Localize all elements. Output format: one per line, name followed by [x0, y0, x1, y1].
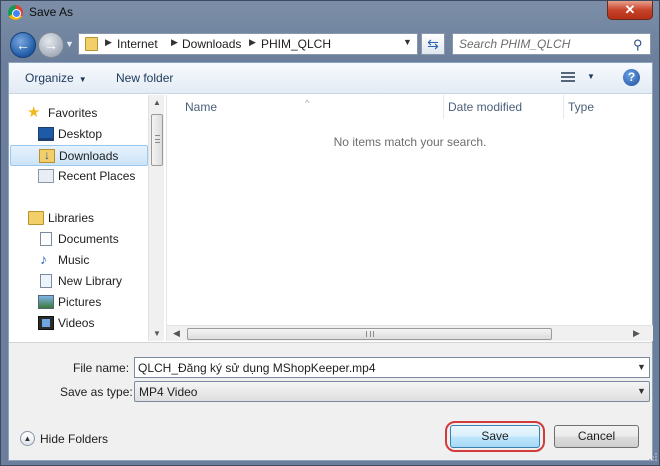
- search-box[interactable]: ⚲: [452, 33, 651, 55]
- organize-label: Organize: [25, 71, 74, 85]
- chevron-right-icon[interactable]: ▶: [105, 37, 112, 48]
- navigation-row: ← → ▼ ▶ Internet ▶ Downloads ▶ PHIM_QLCH…: [1, 29, 659, 61]
- chevron-down-icon: ▼: [637, 386, 646, 396]
- new-folder-button[interactable]: New folder: [116, 71, 173, 85]
- organize-button[interactable]: Organize ▼: [25, 71, 87, 85]
- nav-pane-scrollbar[interactable]: ▲ ▼: [148, 95, 164, 341]
- breadcrumb-internet[interactable]: Internet: [117, 37, 158, 51]
- scroll-thumb[interactable]: [151, 114, 163, 166]
- nav-favorites[interactable]: ★ Favorites: [9, 103, 149, 124]
- close-button[interactable]: ✕: [607, 1, 653, 20]
- scroll-up-icon[interactable]: ▲: [153, 98, 161, 107]
- column-header-label: Type: [568, 100, 595, 114]
- breadcrumb-phim-qlch[interactable]: PHIM_QLCH: [261, 37, 331, 51]
- save-as-type-select[interactable]: MP4 Video ▼: [134, 381, 650, 402]
- recent-places-icon: [38, 169, 54, 183]
- chevron-up-icon: ▲: [20, 431, 35, 446]
- save-as-type-label: Save as type:: [60, 385, 133, 399]
- column-header-label: Name: [185, 100, 218, 114]
- nav-item-new-library[interactable]: New Library: [9, 271, 149, 292]
- nav-libraries[interactable]: Libraries: [9, 208, 149, 229]
- view-details-icon[interactable]: [561, 72, 575, 84]
- star-icon: ★: [27, 104, 41, 121]
- videos-icon: [38, 316, 54, 330]
- cancel-button[interactable]: Cancel: [554, 425, 639, 448]
- nav-item-recent-places[interactable]: Recent Places: [9, 166, 149, 187]
- chevron-right-icon[interactable]: ▶: [171, 37, 178, 48]
- libraries-icon: [28, 211, 44, 225]
- chevron-down-icon: ▼: [78, 75, 87, 84]
- new-library-icon: [40, 274, 52, 288]
- nav-item-documents[interactable]: Documents: [9, 229, 149, 250]
- window-title: Save As: [29, 5, 74, 19]
- save-as-type-value: MP4 Video: [139, 385, 198, 399]
- column-header-label: Date modified: [448, 100, 523, 114]
- grip-icon: [366, 331, 374, 337]
- desktop-icon: [38, 127, 54, 141]
- music-icon: ♪: [40, 251, 47, 267]
- documents-icon: [40, 232, 52, 246]
- forward-button[interactable]: →: [38, 32, 64, 58]
- nav-item-pictures[interactable]: Pictures: [9, 292, 149, 313]
- scroll-down-icon[interactable]: ▼: [153, 329, 161, 338]
- column-header-name[interactable]: Name ^: [167, 95, 444, 119]
- nav-item-downloads[interactable]: Downloads: [10, 145, 148, 166]
- file-name-input[interactable]: [138, 360, 628, 376]
- save-button[interactable]: Save: [450, 425, 540, 448]
- refresh-button[interactable]: ⇆: [421, 33, 445, 55]
- search-icon[interactable]: ⚲: [633, 37, 643, 53]
- help-icon[interactable]: ?: [623, 69, 640, 86]
- refresh-icon: ⇆: [427, 36, 439, 52]
- breadcrumb-downloads[interactable]: Downloads: [182, 37, 241, 51]
- nav-item-desktop[interactable]: Desktop: [9, 124, 149, 145]
- nav-favorites-label: Favorites: [48, 106, 98, 120]
- scroll-left-icon[interactable]: ◀: [173, 328, 180, 339]
- title-bar[interactable]: Save As ✕: [1, 1, 659, 25]
- nav-item-videos[interactable]: Videos: [9, 313, 149, 334]
- navigation-pane: ★ Favorites Desktop Downloads Recent Pla…: [9, 95, 164, 341]
- save-as-dialog: Save As ✕ ← → ▼ ▶ Internet ▶ Downloads ▶…: [0, 0, 660, 466]
- arrow-right-icon: →: [44, 37, 58, 53]
- nav-libraries-label: Libraries: [48, 211, 95, 225]
- arrow-left-icon: ←: [16, 37, 30, 53]
- column-header-date-modified[interactable]: Date modified: [444, 95, 564, 119]
- nav-item-label: Downloads: [59, 149, 119, 163]
- downloads-folder-icon: [39, 148, 55, 163]
- hide-folders-label: Hide Folders: [40, 432, 109, 446]
- nav-item-label: Pictures: [58, 295, 102, 309]
- file-list-scrollbar[interactable]: ◀ ▶: [167, 325, 653, 341]
- scroll-thumb[interactable]: [187, 328, 552, 340]
- search-input[interactable]: [459, 36, 629, 52]
- nav-item-label: Music: [58, 253, 90, 267]
- resize-grip-icon[interactable]: [649, 453, 657, 461]
- empty-message: No items match your search.: [333, 135, 487, 149]
- column-header-type[interactable]: Type: [564, 95, 653, 119]
- file-list[interactable]: Name ^ Date modified Type No items match…: [166, 95, 653, 341]
- grip-icon: [155, 135, 160, 143]
- file-name-combobox[interactable]: ▼: [134, 357, 650, 378]
- nav-item-label: Videos: [58, 316, 95, 330]
- dialog-body: Organize ▼ New folder ▼ ? ★ Favorites Des…: [8, 62, 653, 461]
- nav-item-label: Documents: [58, 232, 119, 246]
- scroll-right-icon[interactable]: ▶: [633, 328, 640, 339]
- folder-icon: [85, 37, 98, 51]
- nav-item-music[interactable]: ♪ Music: [9, 250, 149, 271]
- chevron-right-icon[interactable]: ▶: [249, 37, 256, 48]
- chevron-down-icon[interactable]: ▼: [403, 37, 412, 47]
- file-name-label: File name:: [73, 361, 130, 375]
- save-options-pane: File name: ▼ Save as type: MP4 Video ▼ ▲…: [9, 342, 652, 460]
- nav-item-label: New Library: [58, 274, 123, 288]
- nav-item-label: Recent Places: [58, 169, 136, 183]
- recent-locations-dropdown[interactable]: ▼: [65, 39, 75, 49]
- address-bar[interactable]: ▶ Internet ▶ Downloads ▶ PHIM_QLCH ▼: [78, 33, 418, 55]
- nav-item-label: Desktop: [58, 127, 103, 141]
- chrome-icon: [8, 5, 23, 20]
- command-toolbar: Organize ▼ New folder ▼ ?: [9, 63, 652, 94]
- chevron-down-icon[interactable]: ▼: [587, 72, 595, 81]
- chevron-down-icon[interactable]: ▼: [637, 362, 646, 372]
- back-button[interactable]: ←: [10, 32, 36, 58]
- pictures-icon: [38, 295, 54, 309]
- close-icon: ✕: [624, 2, 636, 17]
- sort-ascending-icon: ^: [305, 98, 310, 108]
